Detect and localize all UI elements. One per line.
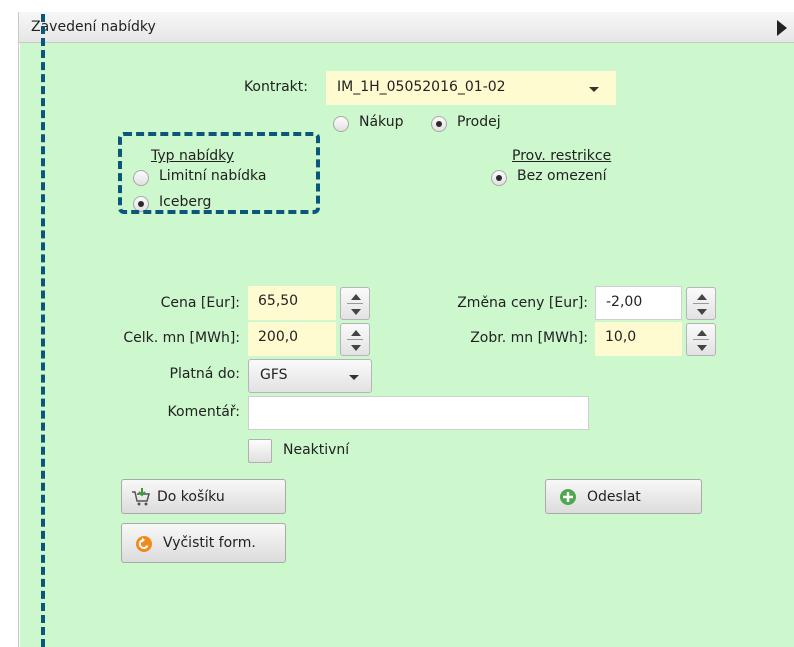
clear-form-label: Vyčistit form.	[163, 535, 256, 551]
no-restriction-radio[interactable]	[491, 170, 507, 186]
sell-label: Prodej	[457, 114, 501, 130]
add-to-cart-button[interactable]: Do košíku	[121, 479, 286, 514]
contract-label: Kontrakt:	[243, 79, 308, 95]
arrow-down-icon[interactable]	[697, 309, 707, 315]
inactive-label: Neaktivní	[283, 442, 350, 458]
total-qty-label: Celk. mn [MWh]:	[123, 330, 240, 346]
expand-arrow-icon[interactable]	[777, 20, 787, 36]
price-label: Cena [Eur]:	[160, 295, 240, 311]
panel-title: Zavedení nabídky	[31, 19, 156, 35]
price-change-spinner[interactable]	[686, 287, 716, 320]
price-value: 65,50	[258, 293, 299, 309]
contract-select[interactable]: IM_1H_05052016_01-02	[326, 71, 616, 105]
display-qty-input[interactable]: 10,0	[595, 322, 682, 356]
arrow-down-icon[interactable]	[697, 345, 707, 351]
arrow-up-icon[interactable]	[351, 294, 361, 300]
undo-icon	[136, 536, 152, 552]
arrow-up-icon[interactable]	[351, 330, 361, 336]
total-qty-input[interactable]: 200,0	[248, 322, 336, 356]
chevron-down-icon	[589, 87, 599, 92]
display-qty-value: 10,0	[605, 329, 637, 345]
price-change-label: Změna ceny [Eur]:	[457, 295, 588, 311]
restriction-title: Prov. restrikce	[512, 148, 612, 164]
buy-label: Nákup	[359, 114, 404, 130]
comment-input[interactable]	[248, 396, 589, 430]
sell-radio[interactable]	[431, 116, 447, 132]
price-change-value: -2,00	[606, 294, 643, 310]
comment-label: Komentář:	[167, 404, 240, 420]
panel-header: Zavedení nabídky	[19, 12, 794, 43]
send-label: Odeslat	[587, 489, 641, 505]
price-change-input[interactable]: -2,00	[595, 286, 682, 320]
highlight-box	[118, 132, 320, 214]
cart-icon	[132, 488, 150, 506]
contract-value: IM_1H_05052016_01-02	[337, 79, 506, 95]
total-qty-spinner[interactable]	[340, 323, 370, 356]
arrow-up-icon[interactable]	[697, 294, 707, 300]
arrow-up-icon[interactable]	[697, 330, 707, 336]
add-to-cart-label: Do košíku	[157, 489, 225, 505]
chevron-down-icon	[349, 375, 359, 380]
display-qty-label: Zobr. mn [MWh]:	[470, 330, 588, 346]
arrow-down-icon[interactable]	[351, 345, 361, 351]
clear-form-button[interactable]: Vyčistit form.	[121, 523, 286, 563]
valid-until-label: Platná do:	[169, 366, 240, 382]
plus-circle-icon	[560, 489, 576, 505]
price-spinner[interactable]	[340, 287, 370, 320]
inactive-checkbox[interactable]	[248, 439, 272, 463]
highlight-line	[41, 14, 45, 647]
display-qty-spinner[interactable]	[686, 323, 716, 356]
buy-radio[interactable]	[333, 116, 349, 132]
price-input[interactable]: 65,50	[248, 286, 336, 320]
offer-entry-panel: Zavedení nabídky Kontrakt: IM_1H_0505201…	[18, 12, 794, 647]
arrow-down-icon[interactable]	[351, 309, 361, 315]
valid-until-select[interactable]: GFS	[248, 359, 372, 393]
total-qty-value: 200,0	[258, 329, 299, 345]
no-restriction-label: Bez omezení	[517, 168, 607, 184]
valid-until-value: GFS	[260, 367, 288, 383]
send-button[interactable]: Odeslat	[545, 479, 702, 514]
